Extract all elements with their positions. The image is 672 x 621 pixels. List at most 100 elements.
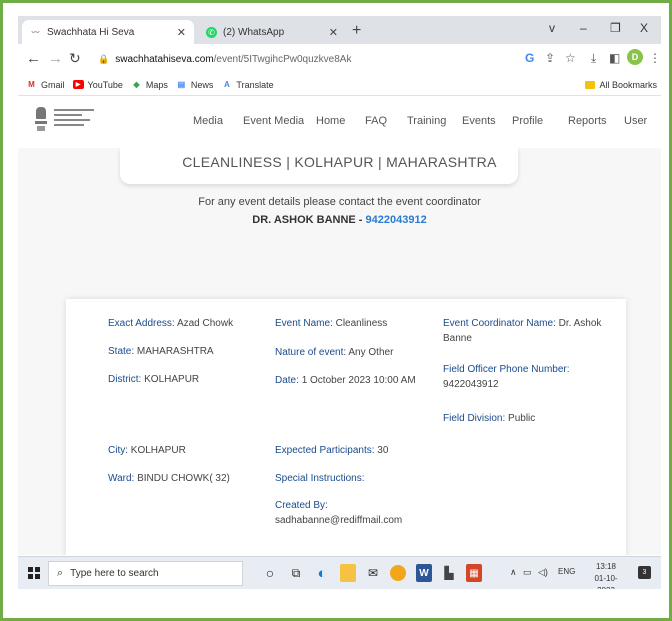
event-heading: CLEANLINESS | KOLHAPUR | MAHARASHTRA [182, 154, 497, 170]
field-ward: Ward: BINDU CHOWK( 32) [108, 471, 278, 486]
menu-event-media[interactable]: Event Media [243, 115, 304, 127]
bookmark-news[interactable]: ▤ News [176, 80, 214, 90]
coordinator-line: DR. ASHOK BANNE - 9422043912 [18, 214, 661, 226]
close-tab-icon[interactable]: ✕ [329, 26, 338, 39]
bookmark-youtube[interactable]: ▶ YouTube [72, 79, 123, 90]
field-officer-phone: Field Officer Phone Number: 9422043912 [443, 362, 613, 392]
reload-icon[interactable]: ↻ [69, 50, 81, 67]
google-lens-icon[interactable]: G [525, 51, 534, 65]
event-details-card: Exact Address: Azad Chowk State: MAHARAS… [66, 299, 626, 555]
ministry-logo [54, 109, 100, 129]
coordinator-name: DR. ASHOK BANNE - [252, 214, 363, 226]
show-hidden-icons-icon[interactable]: ∧ [510, 567, 517, 578]
field-label: Date: [275, 375, 299, 386]
field-created-by: Created By: sadhabanne@rediffmail.com [275, 498, 425, 528]
field-event-coordinator: Event Coordinator Name: Dr. Ashok Banne [443, 316, 613, 346]
field-label: Nature of event: [275, 347, 347, 358]
tab-label: (2) WhatsApp [223, 26, 285, 38]
field-label: District: [108, 374, 142, 385]
bookmark-star-icon[interactable]: ☆ [565, 51, 576, 65]
bookmark-label: News [190, 79, 214, 90]
bookmark-gmail[interactable]: M Gmail [26, 79, 65, 90]
field-value: MAHARASHTRA [136, 346, 214, 357]
app-icon[interactable]: ▙ [441, 564, 457, 582]
all-bookmarks-label: All Bookmarks [599, 80, 657, 90]
windows-taskbar: ⌕ Type here to search ○ ⧉ ◐ ✉ W ▙ ▦ ∧ ▭ … [18, 556, 661, 589]
coordinator-phone[interactable]: 9422043912 [366, 214, 427, 226]
menu-media[interactable]: Media [193, 115, 223, 127]
field-label: Exact Address: [108, 318, 175, 329]
page-content: CLEANLINESS | KOLHAPUR | MAHARASHTRA For… [18, 148, 661, 555]
chrome-icon[interactable] [390, 565, 406, 581]
side-panel-icon[interactable]: ◧ [609, 51, 620, 65]
menu-home[interactable]: Home [316, 115, 345, 127]
bookmark-maps[interactable]: ◆ Maps [131, 80, 168, 90]
field-value: 1 October 2023 10:00 AM [301, 375, 416, 386]
menu-user[interactable]: User [624, 115, 647, 127]
youtube-icon: ▶ [72, 80, 84, 89]
menu-events[interactable]: Events [462, 115, 496, 127]
task-view-icon[interactable]: ⧉ [288, 564, 304, 582]
field-label: Field Officer Phone Number: [443, 364, 570, 375]
tab-swachhata-hi-seva[interactable]: 〰 Swachhata Hi Seva ✕ [22, 20, 194, 44]
forward-icon[interactable]: → [48, 50, 63, 67]
field-label: Ward: [108, 473, 135, 484]
word-icon[interactable]: W [416, 564, 432, 582]
field-special-instructions: Special Instructions: [275, 471, 425, 486]
powerpoint-icon[interactable]: ▦ [466, 564, 482, 582]
field-value: Azad Chowk [176, 318, 234, 329]
taskbar-clock[interactable]: 13:18 01-10-2023 [586, 561, 626, 589]
field-label: Field Division: [443, 413, 506, 424]
tab-search-dropdown-icon[interactable]: v [549, 21, 555, 35]
edge-icon[interactable]: ◐ [314, 564, 330, 582]
field-value: KOLHAPUR [130, 445, 186, 456]
volume-icon[interactable]: ◁) [538, 567, 548, 578]
maps-icon: ◆ [133, 80, 140, 89]
field-nature-of-event: Nature of event: Any Other [275, 345, 425, 360]
menu-kebab-icon[interactable]: ⋮ [649, 51, 661, 65]
taskbar-search-input[interactable]: ⌕ Type here to search [48, 561, 243, 586]
field-value: Any Other [348, 347, 394, 358]
clock-time: 13:18 [595, 562, 617, 571]
bookmark-label: YouTube [87, 79, 123, 90]
bookmark-label: Gmail [41, 79, 65, 90]
tab-label: Swachhata Hi Seva [47, 26, 135, 38]
folder-icon [585, 81, 596, 89]
bookmark-label: Translate [236, 79, 274, 90]
back-icon[interactable]: ← [26, 50, 41, 67]
cortana-icon[interactable]: ○ [262, 564, 278, 582]
menu-profile[interactable]: Profile [512, 115, 543, 127]
windows-start-icon[interactable] [28, 567, 40, 579]
notification-center-icon[interactable]: 3 [638, 566, 651, 579]
share-icon[interactable]: ⇪ [545, 51, 555, 65]
menu-reports[interactable]: Reports [568, 115, 607, 127]
minimize-button[interactable]: – [580, 21, 587, 35]
menu-training[interactable]: Training [407, 115, 446, 127]
national-emblem-icon [35, 107, 47, 133]
all-bookmarks-button[interactable]: All Bookmarks [585, 80, 657, 90]
field-value: Public [508, 413, 536, 424]
field-label: Event Coordinator Name: [443, 318, 556, 329]
profile-avatar[interactable]: D [627, 49, 643, 65]
url-host: swachhatahiseva.com [115, 53, 214, 65]
menu-faq[interactable]: FAQ [365, 115, 387, 127]
field-value: 30 [377, 445, 389, 456]
field-label: Special Instructions: [275, 473, 365, 484]
close-tab-icon[interactable]: ✕ [177, 26, 186, 39]
mail-icon[interactable]: ✉ [365, 564, 381, 582]
url-path: /event/5ITwgihcPw0quzkve8Ak [213, 53, 352, 65]
tab-whatsapp[interactable]: ✆ (2) WhatsApp ✕ [198, 20, 346, 44]
download-icon[interactable]: ⤓ [591, 51, 596, 66]
bookmark-translate[interactable]: A Translate [221, 79, 274, 90]
swachh-bharat-icon: 〰 [31, 27, 40, 37]
bookmarks-bar: M Gmail ▶ YouTube ◆ Maps ▤ News A Translate A… [18, 74, 661, 96]
url-field[interactable]: 🔒 swachhatahiseva.com/event/5ITwgihcPw0q… [98, 48, 518, 70]
whatsapp-icon: ✆ [206, 26, 217, 38]
language-indicator[interactable]: ENG [558, 567, 575, 576]
network-icon[interactable]: ▭ [523, 567, 532, 578]
restore-button[interactable]: ❐ [610, 21, 621, 35]
close-window-button[interactable]: X [640, 21, 648, 35]
field-label: Event Name: [275, 318, 333, 329]
file-explorer-icon[interactable] [340, 564, 356, 582]
new-tab-button[interactable]: + [352, 22, 361, 40]
